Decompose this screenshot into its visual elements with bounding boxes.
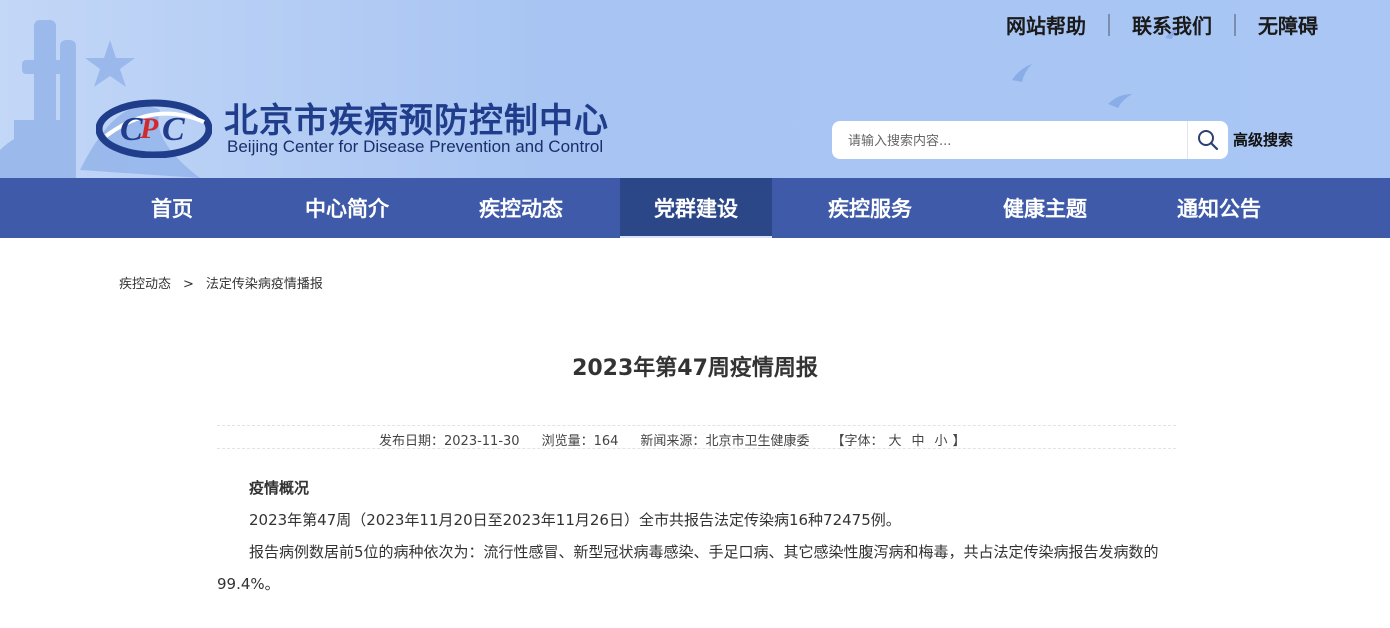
cdc-logo-icon: C P C	[96, 99, 212, 158]
svg-text:C: C	[162, 111, 185, 148]
svg-text:P: P	[139, 112, 159, 145]
site-subtitle: Beijing Center for Disease Prevention an…	[227, 137, 604, 156]
source-label: 新闻来源：	[640, 434, 706, 449]
news-source: 北京市卫生健康委	[705, 434, 810, 449]
view-count: 164	[593, 434, 619, 449]
article-meta: 发布日期：2023-11-30 浏览量：164 新闻来源：北京市卫生健康委 【字体： 大…	[217, 425, 1176, 449]
nav-item-home[interactable]: 首页	[96, 178, 248, 238]
nav-item-party[interactable]: 党群建设	[620, 178, 772, 238]
nav-item-services[interactable]: 疾控服务	[794, 178, 946, 238]
help-link[interactable]: 网站帮助	[1006, 10, 1086, 39]
accessibility-link[interactable]: 无障碍	[1258, 10, 1318, 39]
font-size-label: 【字体：	[831, 434, 884, 449]
article-title: 2023年第47周疫情周报	[572, 356, 818, 381]
breadcrumb-separator: >	[183, 277, 194, 292]
font-size-close: 】	[952, 434, 966, 449]
search-button[interactable]	[1187, 121, 1228, 159]
search-box	[832, 121, 1228, 161]
top-links: 网站帮助 联系我们 无障碍	[1006, 10, 1318, 39]
views-label: 浏览量：	[541, 434, 594, 449]
search-icon	[1198, 130, 1219, 151]
date-label: 发布日期：	[379, 434, 445, 449]
breadcrumb: 疾控动态 > 法定传染病疫情播报	[119, 273, 323, 292]
nav-item-health[interactable]: 健康主题	[969, 178, 1121, 238]
nav-item-about[interactable]: 中心简介	[271, 178, 423, 238]
paragraph: 2023年第47周（2023年11月20日至2023年11月26日）全市共报告法…	[249, 511, 901, 529]
nav-item-notices[interactable]: 通知公告	[1143, 178, 1295, 238]
divider	[1234, 13, 1236, 36]
publish-date: 2023-11-30	[444, 434, 520, 449]
site-header: C P C 北京市疾病预防控制中心 Beijing Center for Dis…	[0, 0, 1390, 178]
contact-link[interactable]: 联系我们	[1132, 10, 1212, 39]
breadcrumb-link-epidemic[interactable]: 法定传染病疫情播报	[206, 277, 323, 292]
site-title: 北京市疾病预防控制中心	[224, 101, 609, 141]
section-heading: 疫情概况	[249, 479, 310, 497]
paragraph: 报告病例数居前5位的病种依次为：流行性感冒、新型冠状病毒感染、手足口病、其它感染…	[217, 543, 1159, 593]
font-medium-button[interactable]: 中	[911, 434, 924, 449]
breadcrumb-link-news[interactable]: 疾控动态	[119, 277, 171, 292]
main-nav: 首页 中心简介 疾控动态 党群建设 疾控服务 健康主题 通知公告	[0, 178, 1390, 238]
font-small-button[interactable]: 小	[935, 434, 948, 449]
divider	[1108, 13, 1110, 36]
advanced-search-link[interactable]: 高级搜索	[1233, 129, 1293, 150]
article-body: 疫情概况 2023年第47周（2023年11月20日至2023年11月26日）全…	[217, 472, 1177, 600]
search-input[interactable]	[846, 121, 1180, 161]
font-large-button[interactable]: 大	[888, 434, 901, 449]
nav-item-news[interactable]: 疾控动态	[445, 178, 597, 238]
